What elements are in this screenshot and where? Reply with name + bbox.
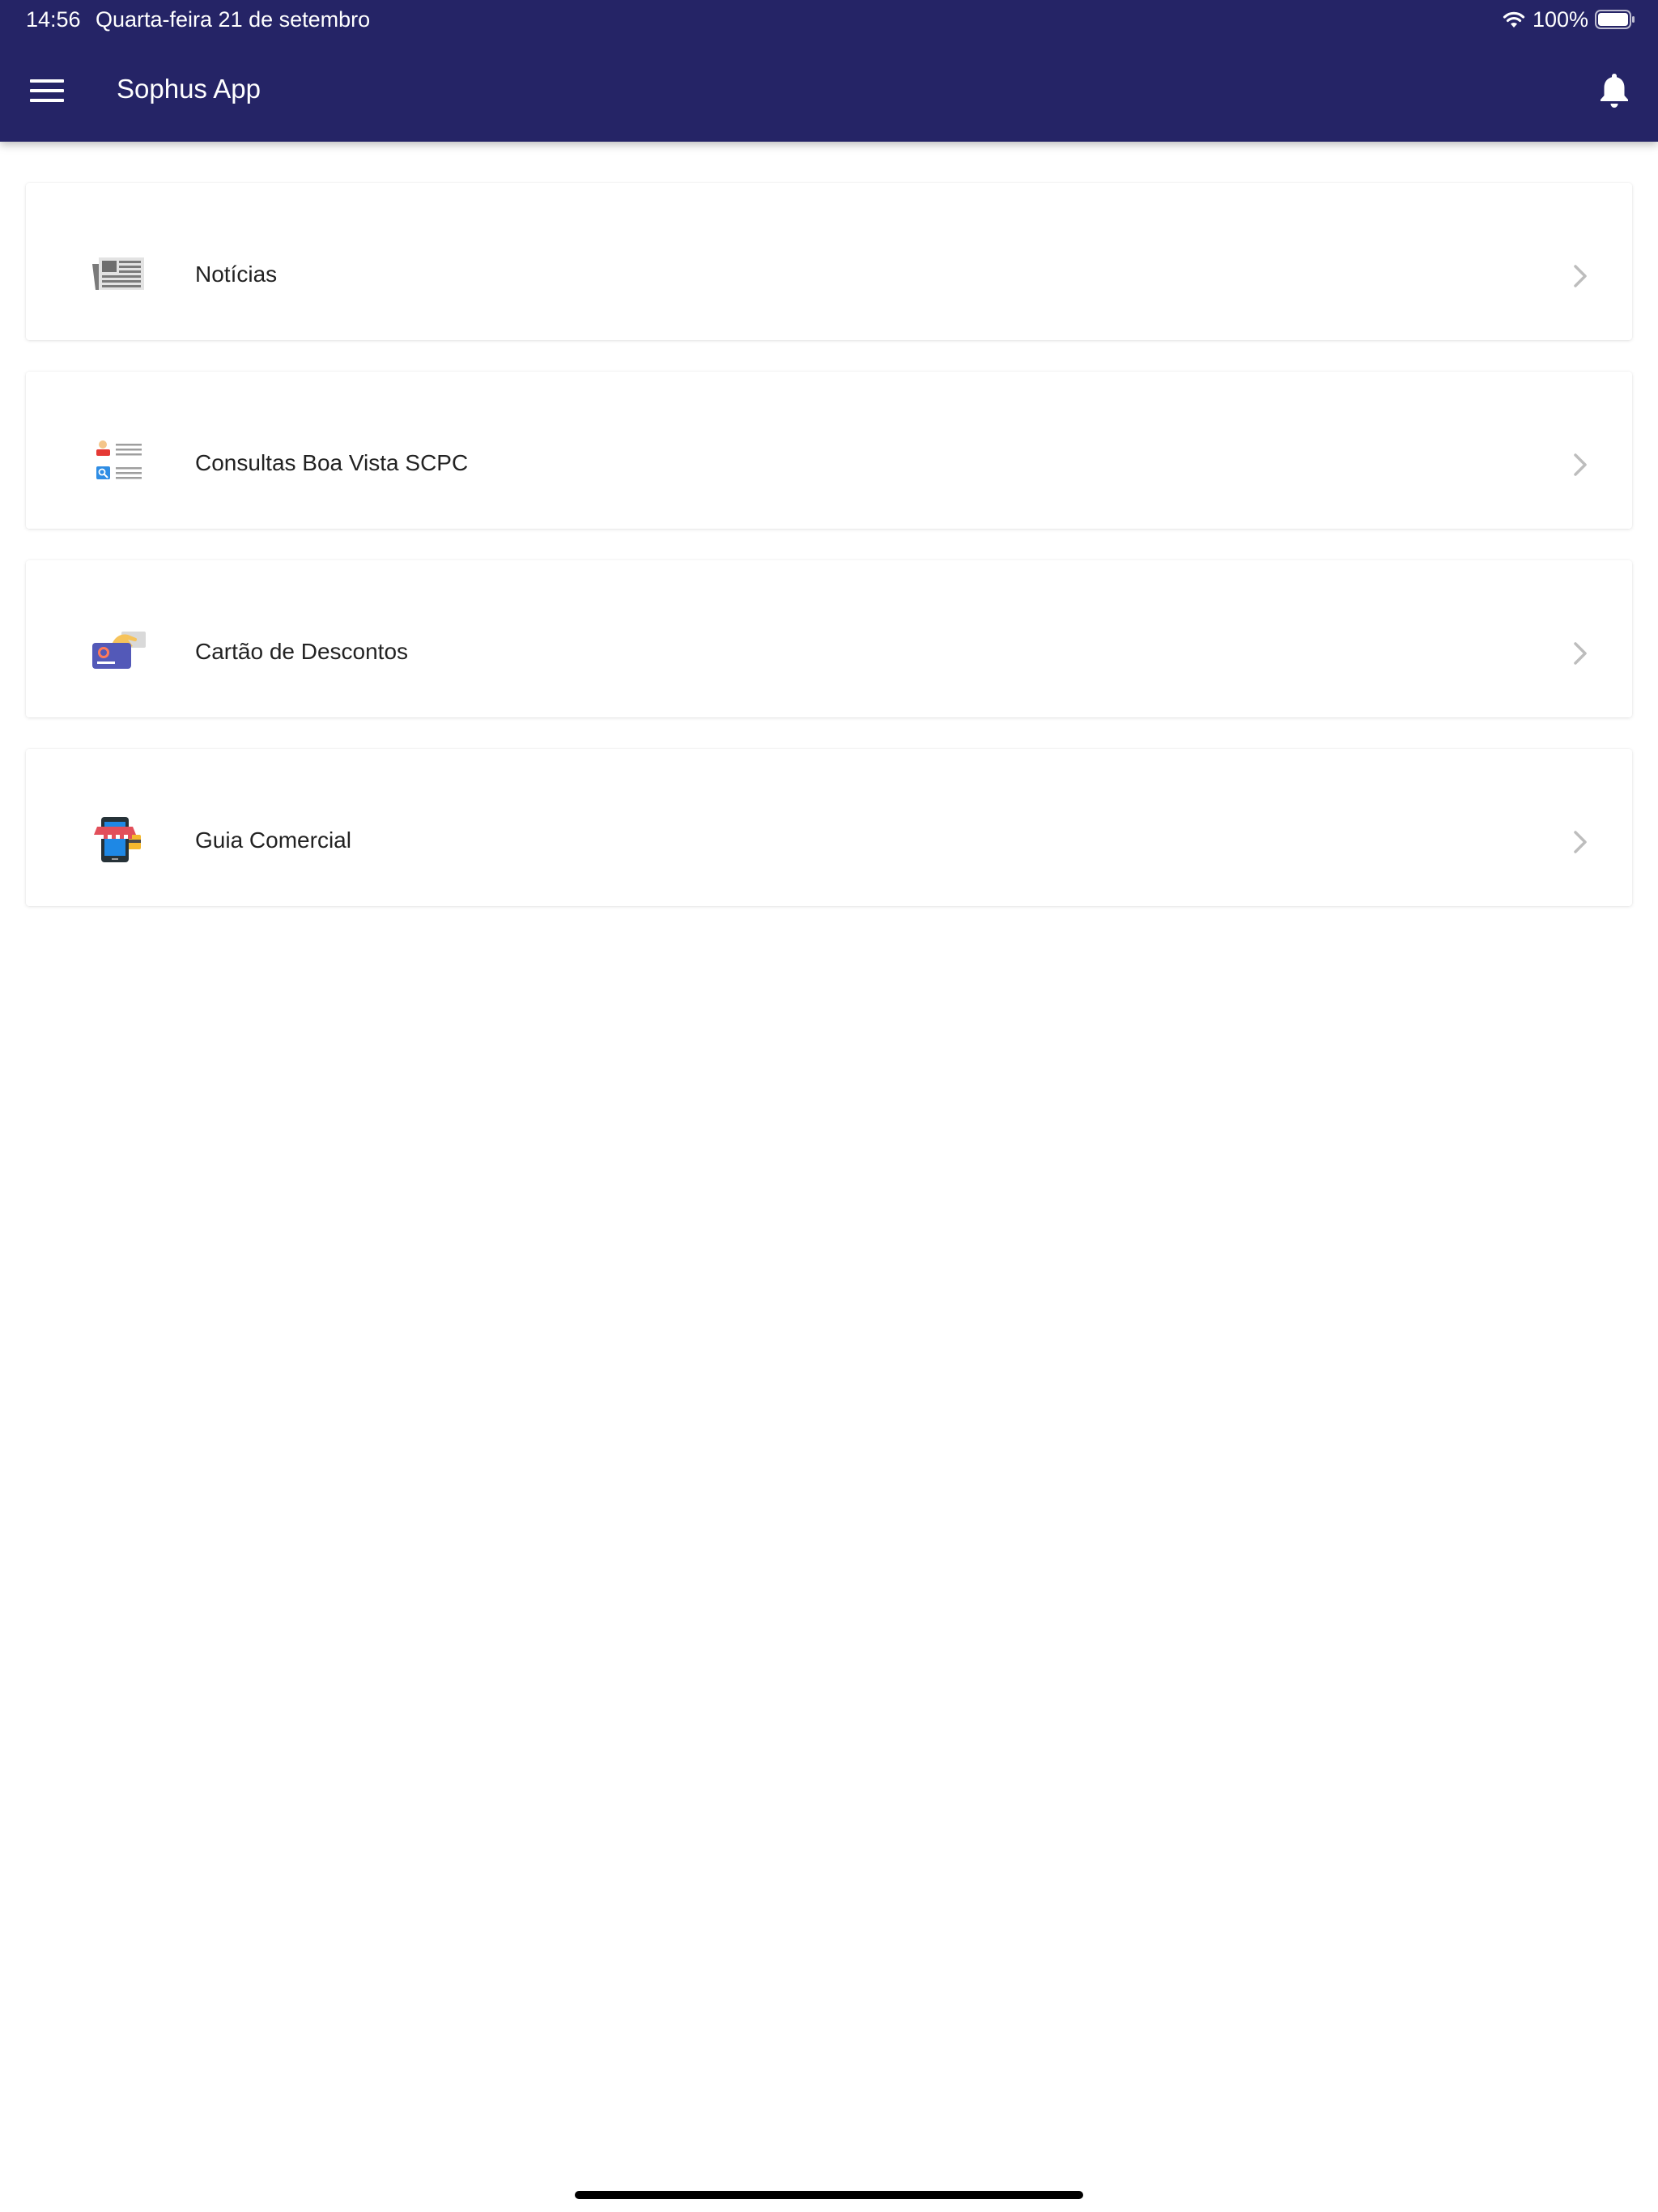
menu-item-noticias[interactable]: Notícias [26,183,1632,340]
consult-list-icon [96,440,142,479]
hamburger-icon [30,79,64,102]
discount-card-icon [92,632,146,669]
notifications-button[interactable] [1592,68,1637,113]
status-time: 14:56 [26,7,81,32]
menu-item-consultas[interactable]: Consultas Boa Vista SCPC [26,372,1632,529]
app-title: Sophus App [117,74,261,104]
menu-item-guia-comercial[interactable]: Guia Comercial [26,749,1632,906]
menu-item-label: Cartão de Descontos [195,639,409,664]
menu-item-label: Notícias [195,262,278,287]
menu-item-label: Consultas Boa Vista SCPC [195,450,469,475]
chevron-right-icon [1574,265,1587,287]
bell-icon [1601,74,1628,108]
hamburger-menu-button[interactable] [24,68,70,113]
home-indicator[interactable] [575,2191,1083,2199]
store-phone-icon [94,817,141,862]
menu-item-cartao-descontos[interactable]: Cartão de Descontos [26,560,1632,717]
status-indicators: 100% [1502,6,1635,32]
wifi-icon [1503,11,1525,28]
battery-icon [1595,10,1635,29]
app-bar: 14:56 Quarta-feira 21 de setembro 100% S… [0,0,1658,142]
newspaper-icon [92,257,144,290]
menu-item-label: Guia Comercial [195,827,351,853]
battery-percent: 100% [1532,6,1588,32]
menu-list: Notícias Consultas Boa Vista SCPC Cartão… [26,183,1632,938]
chevron-right-icon [1574,642,1587,665]
status-date: Quarta-feira 21 de setembro [96,7,371,32]
chevron-right-icon [1574,831,1587,853]
chevron-right-icon [1574,453,1587,476]
